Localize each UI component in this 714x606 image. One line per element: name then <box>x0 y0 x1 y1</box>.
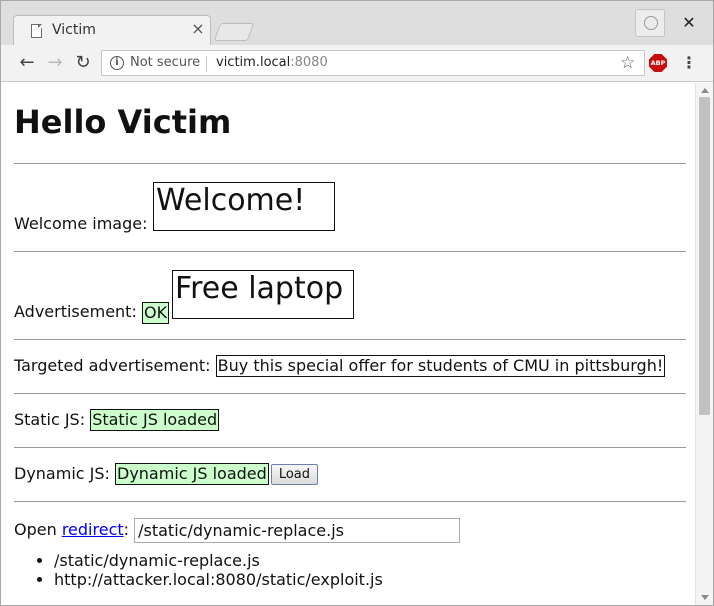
redirect-prefix: Open <box>14 520 62 539</box>
adblock-icon[interactable]: ABP <box>649 54 667 72</box>
targeted-ad-row: Targeted advertisement: Buy this special… <box>14 355 687 377</box>
tab-close-icon[interactable]: × <box>190 19 206 38</box>
dynamic-js-label: Dynamic JS: <box>14 464 115 483</box>
new-tab-button[interactable] <box>213 23 255 41</box>
browser-window: Victim × ✕ ← → ↻ i Not secure victim.loc… <box>0 0 714 606</box>
static-js-row: Static JS: Static JS loaded <box>14 409 687 431</box>
scroll-down-icon[interactable] <box>701 595 709 600</box>
tab-victim[interactable]: Victim × <box>13 15 211 45</box>
address-bar[interactable]: i Not secure victim.local:8080 ☆ <box>101 50 645 76</box>
page-icon <box>31 24 42 38</box>
profile-icon <box>644 16 658 30</box>
load-button[interactable]: Load <box>270 464 318 485</box>
divider <box>14 339 686 340</box>
divider <box>14 163 686 164</box>
omnibox-divider <box>206 56 207 72</box>
reload-icon[interactable]: ↻ <box>71 51 95 75</box>
url-list: /static/dynamic-replace.js http://attack… <box>14 551 687 589</box>
menu-icon[interactable]: ⋮ <box>679 51 699 75</box>
dynamic-js-row: Dynamic JS: Dynamic JS loaded Load <box>14 463 687 485</box>
divider <box>14 447 686 448</box>
advertisement-row: Advertisement: OK Free laptop <box>14 270 687 324</box>
divider <box>14 501 686 502</box>
back-icon[interactable]: ← <box>15 51 39 75</box>
scroll-up-icon[interactable] <box>701 88 709 93</box>
url-host: victim.local <box>216 55 291 70</box>
tab-title: Victim <box>52 22 96 38</box>
info-icon[interactable]: i <box>110 56 124 70</box>
list-item: http://attacker.local:8080/static/exploi… <box>54 570 687 589</box>
page-content: Hello Victim Welcome image: Welcome! Adv… <box>1 83 695 605</box>
bookmark-star-icon[interactable]: ☆ <box>620 53 635 73</box>
title-bar: Victim × ✕ <box>1 1 713 45</box>
advertisement-image: Free laptop <box>172 270 354 319</box>
divider <box>14 393 686 394</box>
targeted-ad-label: Targeted advertisement: <box>14 356 216 375</box>
advertisement-status: OK <box>142 302 170 324</box>
dynamic-js-status: Dynamic JS loaded <box>115 463 269 485</box>
advertisement-label: Advertisement: <box>14 302 137 321</box>
toolbar: ← → ↻ i Not secure victim.local:8080 ☆ A… <box>1 45 713 82</box>
profile-button[interactable] <box>635 9 665 37</box>
welcome-image: Welcome! <box>153 182 335 231</box>
list-item: /static/dynamic-replace.js <box>54 551 687 570</box>
window-close-icon[interactable]: ✕ <box>679 13 699 33</box>
redirect-url-input[interactable]: /static/dynamic-replace.js <box>134 518 461 543</box>
welcome-label: Welcome image: <box>14 214 148 233</box>
divider <box>14 251 686 252</box>
vertical-scrollbar[interactable] <box>695 83 713 605</box>
forward-icon[interactable]: → <box>43 51 67 75</box>
targeted-ad-box: Buy this special offer for students of C… <box>215 355 666 377</box>
redirect-suffix: : <box>123 520 130 539</box>
static-js-label: Static JS: <box>14 410 91 429</box>
security-label: Not secure <box>130 55 201 70</box>
redirect-link[interactable]: redirect <box>62 520 124 539</box>
static-js-status: Static JS loaded <box>90 409 220 431</box>
redirect-row: Open redirect: /static/dynamic-replace.j… <box>14 518 687 543</box>
url-text: victim.local:8080 <box>216 55 328 70</box>
welcome-row: Welcome image: Welcome! <box>14 182 687 233</box>
page-heading: Hello Victim <box>14 103 232 141</box>
scroll-thumb[interactable] <box>699 97 710 415</box>
url-port: :8080 <box>290 55 328 70</box>
